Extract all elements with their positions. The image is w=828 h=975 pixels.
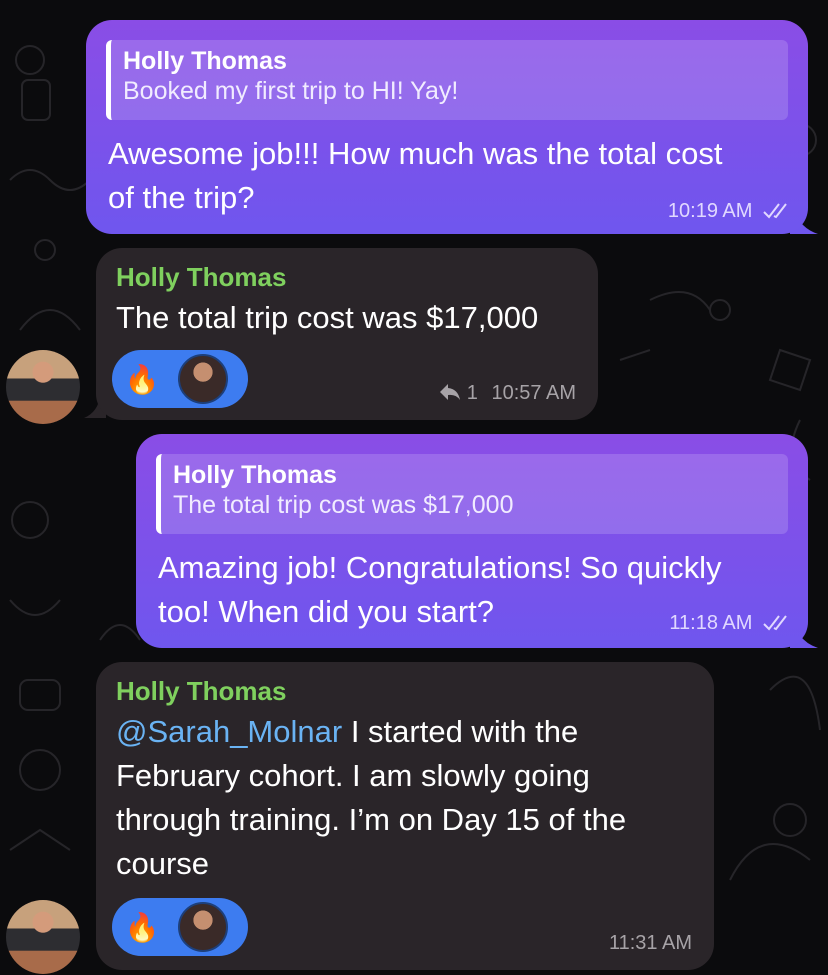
sender-avatar[interactable] <box>6 350 80 424</box>
incoming-message[interactable]: Holly Thomas The total trip cost was $17… <box>96 248 598 420</box>
sender-avatar[interactable] <box>6 900 80 974</box>
message-time: 11:18 AM <box>669 612 792 635</box>
reply-count: 1 <box>466 382 478 404</box>
outgoing-message[interactable]: Holly Thomas The total trip cost was $17… <box>136 434 808 648</box>
message-time: 11:31 AM <box>608 932 692 954</box>
reply-text: The total trip cost was $17,000 <box>173 491 514 519</box>
sender-name[interactable]: Holly Thomas <box>116 676 286 707</box>
reply-preview[interactable]: Holly Thomas Booked my first trip to HI!… <box>106 40 788 120</box>
sender-name[interactable]: Holly Thomas <box>116 262 286 293</box>
reaction-pill[interactable]: 🔥 <box>112 898 248 956</box>
reaction-pill[interactable]: 🔥 <box>112 350 248 408</box>
reply-sender-name: Holly Thomas <box>123 47 287 75</box>
incoming-message[interactable]: Holly Thomas @Sarah_Molnar I started wit… <box>96 662 714 970</box>
reply-sender-name: Holly Thomas <box>173 461 337 489</box>
reply-text: Booked my first trip to HI! Yay! <box>123 77 459 105</box>
reactor-avatar <box>178 902 228 952</box>
message-text: Amazing job! Congratulations! So quickly… <box>158 550 722 629</box>
message-text: @Sarah_Molnar I started with the Februar… <box>116 714 627 881</box>
outgoing-message[interactable]: Holly Thomas Booked my first trip to HI!… <box>86 20 808 234</box>
fire-reaction-icon: 🔥 <box>124 911 160 943</box>
message-text: Awesome job!!! How much was the total co… <box>108 136 723 215</box>
fire-reaction-icon: 🔥 <box>124 363 160 395</box>
read-checkmarks-icon <box>763 203 787 219</box>
message-time: 10:19 AM <box>668 200 792 223</box>
reactor-avatar <box>178 354 228 404</box>
user-mention-link[interactable]: @Sarah_Molnar <box>116 714 342 749</box>
message-time[interactable]: 1 10:57 AM <box>439 382 576 405</box>
read-checkmarks-icon <box>763 615 787 631</box>
message-text: The total trip cost was $17,000 <box>116 300 539 335</box>
reply-arrow-icon <box>439 384 460 400</box>
reply-preview[interactable]: Holly Thomas The total trip cost was $17… <box>156 454 788 534</box>
